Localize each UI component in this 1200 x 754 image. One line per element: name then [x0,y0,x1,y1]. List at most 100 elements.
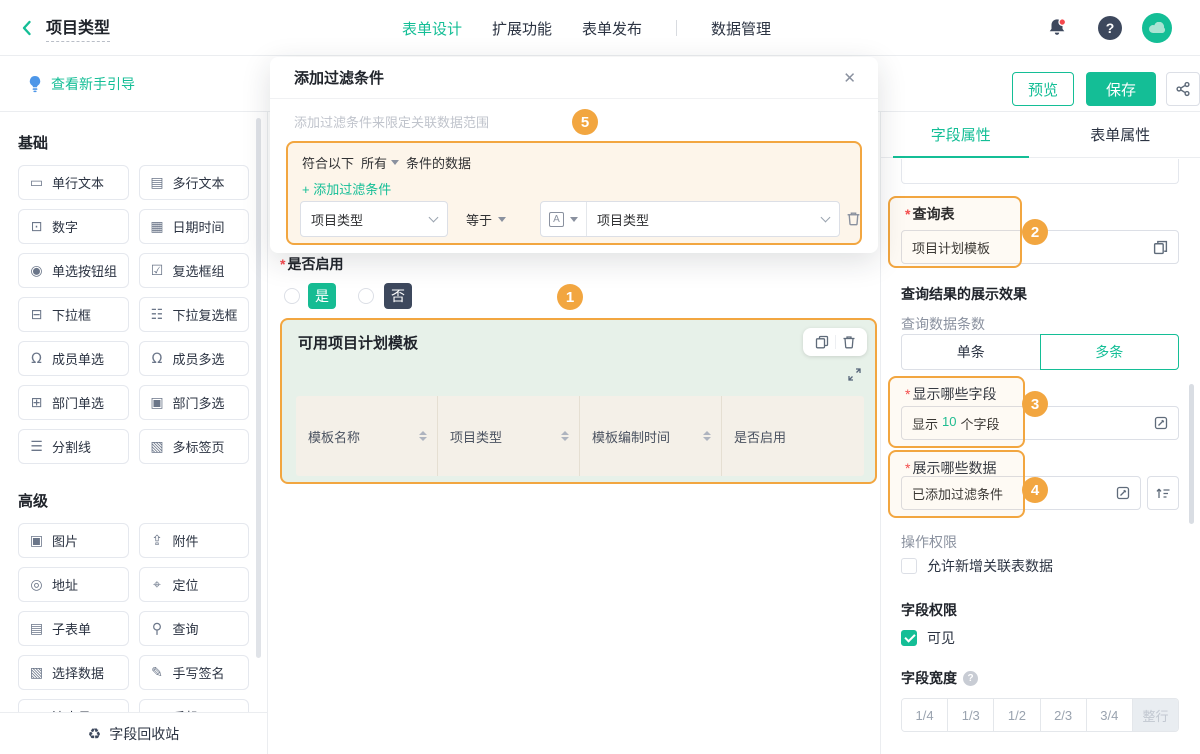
sidebar-item-dept-single[interactable]: ⊞部门单选 [18,385,129,420]
sidebar-item-image[interactable]: ▣图片 [18,523,129,558]
avatar[interactable] [1142,13,1172,43]
sidebar-item-subform[interactable]: ▤子表单 [18,611,129,646]
sidebar-item-datetime[interactable]: ▦日期时间 [139,209,250,244]
display-data-input[interactable]: 已添加过滤条件 [901,476,1141,510]
sort-settings-button[interactable] [1147,476,1179,510]
sidebar-item-multi-tab[interactable]: ▧多标签页 [139,429,250,464]
nav-extensions[interactable]: 扩展功能 [492,18,552,39]
width-option-3-4[interactable]: 3/4 [1086,699,1132,731]
value-type-dropdown[interactable]: A [541,202,587,236]
nav-publish[interactable]: 表单发布 [582,18,642,39]
no-tag[interactable]: 否 [384,283,412,309]
add-filter-link[interactable]: + 添加过滤条件 [302,179,391,198]
result-table: 模板名称 项目类型 模板编制时间 是否启用 [296,396,864,476]
width-option-1-4[interactable]: 1/4 [902,699,947,731]
property-tabs: 字段属性 表单属性 [881,112,1200,158]
props-scrollbar[interactable] [1189,384,1194,524]
back-icon[interactable] [18,19,36,37]
caret-down-icon [498,217,506,222]
radio-yes[interactable] [284,288,300,304]
count-segmented-control: 单条 多条 [901,334,1179,370]
open-form-icon[interactable] [1153,240,1168,255]
width-option-full[interactable]: 整行 [1132,699,1178,731]
beginner-guide-link[interactable]: 查看新手引导 [28,56,135,112]
tab-form-properties[interactable]: 表单属性 [1041,112,1200,157]
sidebar-item-member-multi[interactable]: Ω成员多选 [139,341,250,376]
sidebar-item-multi-dropdown[interactable]: ☷下拉复选框 [139,297,250,332]
sort-icon[interactable] [419,431,427,441]
close-icon[interactable]: ✕ [843,69,856,87]
share-button[interactable] [1166,72,1200,106]
sidebar-item-signature[interactable]: ✎手写签名 [139,655,250,690]
copy-icon[interactable] [815,335,829,349]
column-header-enabled[interactable]: 是否启用 [722,396,864,476]
sidebar-item-label: 手写签名 [173,663,225,682]
sidebar-item-member-single[interactable]: Ω成员单选 [18,341,129,376]
preview-button[interactable]: 预览 [1012,72,1074,106]
filter-operator-dropdown[interactable]: 等于 [466,201,506,237]
notification-button[interactable] [1046,0,1068,56]
sidebar-item-label: 成员多选 [173,349,225,368]
width-option-2-3[interactable]: 2/3 [1040,699,1086,731]
sidebar-item-divider[interactable]: ☰分割线 [18,429,129,464]
sidebar-item-label: 单选按钮组 [52,261,117,280]
nav-data-management[interactable]: 数据管理 [711,18,771,39]
expand-icon[interactable] [848,368,861,381]
sidebar-item-radio-group[interactable]: ◉单选按钮组 [18,253,129,288]
filter-value-select[interactable]: A 项目类型 [540,201,840,237]
filter-condition-box: 符合以下 所有 条件的数据 + 添加过滤条件 项目类型 等于 A 项目类型 [286,141,862,245]
column-label: 项目类型 [450,427,502,446]
radio-no[interactable] [358,288,374,304]
sidebar-item-dept-multi[interactable]: ▣部门多选 [139,385,250,420]
sidebar-item-single-line-text[interactable]: ▭单行文本 [18,165,129,200]
edit-icon[interactable] [1116,486,1130,500]
value-type-icon: A [549,212,564,227]
pill-divider [835,335,836,349]
save-button[interactable]: 保存 [1086,72,1156,106]
sidebar-scrollbar[interactable] [256,118,261,658]
trash-icon[interactable] [842,335,856,349]
sidebar-item-address[interactable]: ◎地址 [18,567,129,602]
width-option-1-2[interactable]: 1/2 [993,699,1039,731]
required-mark: * [905,460,910,476]
help-button[interactable]: ? [1098,16,1122,40]
visible-checkbox[interactable] [901,630,917,646]
column-header-template-name[interactable]: 模板名称 [296,396,438,476]
column-header-created-time[interactable]: 模板编制时间 [580,396,722,476]
sidebar-item-checkbox-group[interactable]: ☑复选框组 [139,253,250,288]
fields-label: *显示哪些字段 [905,384,996,404]
sidebar-item-attachment[interactable]: ⇪附件 [139,523,250,558]
section-title-advanced: 高级 [18,490,249,511]
scrolled-input[interactable] [901,159,1179,184]
multi-dropdown-icon: ☷ [150,307,165,323]
tab-field-properties[interactable]: 字段属性 [881,112,1041,157]
required-mark: * [280,256,285,272]
yes-tag[interactable]: 是 [308,283,336,309]
match-mode-dropdown[interactable]: 所有 [361,153,399,172]
count-multiple-option[interactable]: 多条 [1040,334,1180,370]
delete-condition-icon[interactable] [846,211,861,226]
width-option-1-3[interactable]: 1/3 [947,699,993,731]
sort-icon[interactable] [703,431,711,441]
count-single-option[interactable]: 单条 [901,334,1041,370]
edit-icon[interactable] [1154,416,1168,430]
visible-label: 可见 [927,628,955,648]
sidebar-item-query[interactable]: ⚲查询 [139,611,250,646]
number-icon: ⊡ [29,219,44,235]
sidebar-item-location[interactable]: ⌖定位 [139,567,250,602]
allow-add-related-checkbox[interactable] [901,558,917,574]
sort-icon[interactable] [561,431,569,441]
query-field-panel[interactable]: 可用项目计划模板 模板名称 项目类型 模板编制时间 是否启用 [280,318,877,484]
sidebar-item-dropdown[interactable]: ⊟下拉框 [18,297,129,332]
filter-field-select[interactable]: 项目类型 [300,201,448,237]
help-circle-icon[interactable]: ? [963,671,978,686]
sidebar-item-label: 子表单 [52,619,91,638]
sidebar-item-select-data[interactable]: ▧选择数据 [18,655,129,690]
field-recycle-bin[interactable]: ♻ 字段回收站 [0,712,267,754]
nav-form-design[interactable]: 表单设计 [402,18,462,39]
column-header-project-type[interactable]: 项目类型 [438,396,580,476]
sidebar-item-number[interactable]: ⊡数字 [18,209,129,244]
sidebar-item-multi-line-text[interactable]: ▤多行文本 [139,165,250,200]
sidebar-item-label: 复选框组 [173,261,225,280]
sidebar-item-label: 分割线 [52,437,91,456]
